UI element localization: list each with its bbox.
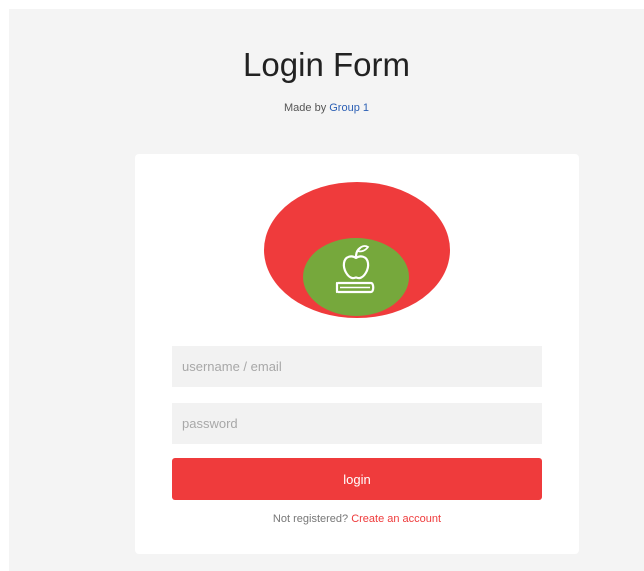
- subtitle-group-name: Group 1: [329, 102, 369, 114]
- page-subtitle: Made by Group 1: [9, 101, 644, 115]
- login-button[interactable]: login: [172, 458, 542, 500]
- logo: [264, 182, 450, 318]
- page-title: Login Form: [243, 46, 410, 83]
- apple-on-book-icon: [335, 245, 375, 294]
- login-card: login Not registered? Create an account: [135, 154, 579, 554]
- username-input[interactable]: [172, 346, 542, 387]
- register-prompt-text: Not registered?: [272, 513, 352, 525]
- page-background: Login Form Made by Group 1 username / em…: [9, 9, 644, 571]
- create-account-link[interactable]: Create an account: [351, 513, 441, 525]
- register-prompt: Not registered? Create an account: [135, 512, 579, 526]
- logo-inner-circle: [303, 238, 409, 316]
- password-input[interactable]: [172, 403, 542, 444]
- subtitle-prefix: Made by: [284, 102, 330, 114]
